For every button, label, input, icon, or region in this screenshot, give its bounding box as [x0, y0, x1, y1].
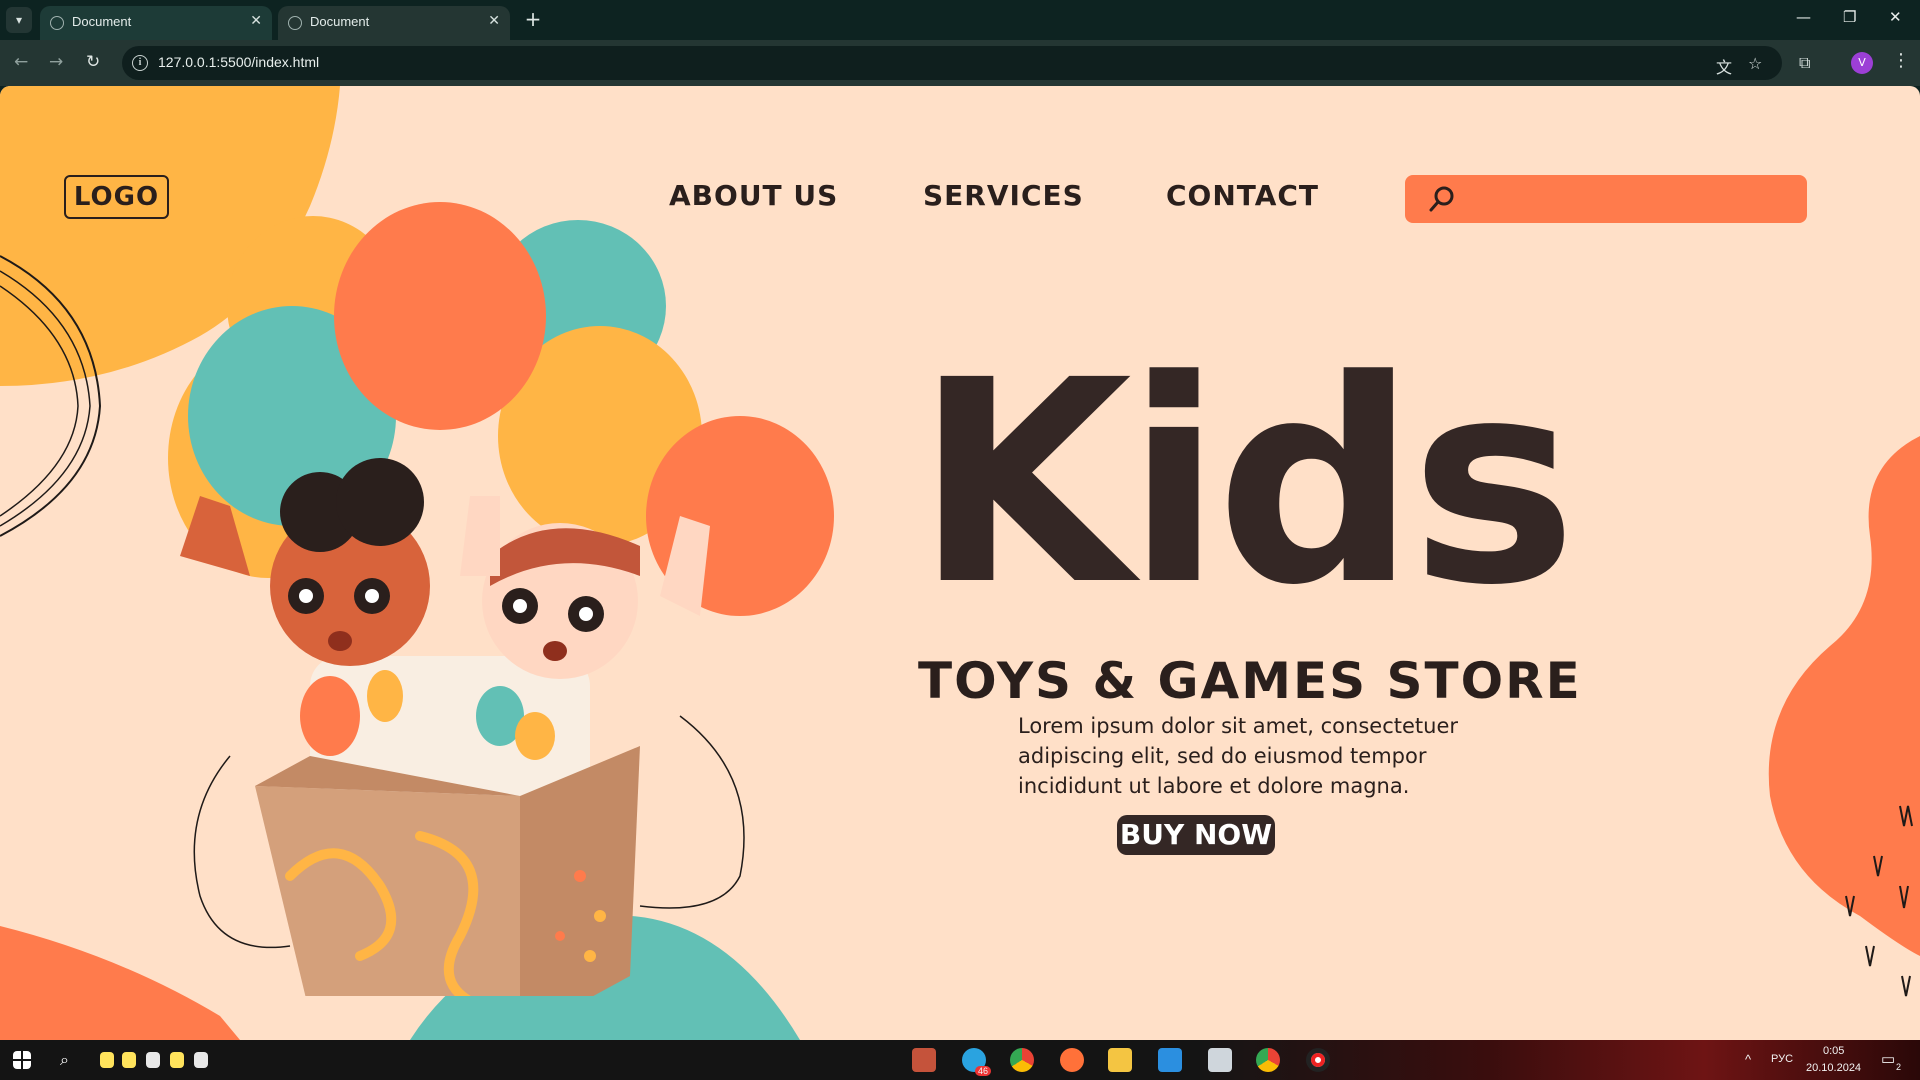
forward-button[interactable]: →: [49, 52, 63, 72]
globe-icon: [288, 16, 302, 30]
site-logo[interactable]: LOGO: [64, 175, 169, 219]
browser-tab-bar: ▾ Document ✕ Document ✕ + — ❐ ✕: [0, 0, 1920, 40]
tray-chevron-icon[interactable]: ^: [1745, 1052, 1751, 1067]
kids-balloon-illustration: [168, 202, 834, 996]
tab-title: Document: [310, 14, 370, 29]
new-tab-button[interactable]: +: [520, 7, 546, 33]
profile-avatar[interactable]: V: [1851, 52, 1873, 74]
clock-time[interactable]: 0:05: [1823, 1045, 1844, 1057]
buy-now-button[interactable]: BUY NOW: [1117, 815, 1275, 855]
globe-icon: [50, 16, 64, 30]
restore-button[interactable]: ❐: [1843, 8, 1856, 26]
telegram-badge: 46: [975, 1066, 992, 1076]
tab-title: Document: [72, 14, 132, 29]
hero-title: Kids: [915, 321, 1577, 647]
browser-toolbar: ← → ↻ i 127.0.0.1:5500/index.html 文 ☆ ⧉ …: [0, 40, 1920, 86]
sticky-note-icon[interactable]: [122, 1052, 136, 1068]
chrome-icon[interactable]: [1010, 1048, 1034, 1072]
nav-contact[interactable]: CONTACT: [1166, 179, 1319, 212]
search-input[interactable]: [1473, 183, 1793, 215]
close-icon[interactable]: ✕: [250, 13, 262, 29]
document-icon[interactable]: [146, 1052, 160, 1068]
firefox-icon[interactable]: [1060, 1048, 1084, 1072]
windows-start-icon[interactable]: [13, 1051, 31, 1069]
notifications-icon[interactable]: ▭: [1881, 1050, 1895, 1068]
url-text[interactable]: 127.0.0.1:5500/index.html: [158, 54, 319, 70]
record-icon[interactable]: [1306, 1048, 1330, 1072]
sticky-note-icon[interactable]: [170, 1052, 184, 1068]
window-close-button[interactable]: ✕: [1889, 8, 1902, 26]
browser-menu-icon[interactable]: ⋮: [1892, 50, 1910, 71]
browser-tab-active[interactable]: Document ✕: [278, 6, 510, 40]
bookmark-star-icon[interactable]: ☆: [1748, 54, 1762, 73]
nav-about-us[interactable]: ABOUT US: [669, 179, 838, 212]
minimize-button[interactable]: —: [1796, 8, 1811, 26]
back-button[interactable]: ←: [14, 52, 28, 72]
sticky-note-icon[interactable]: [100, 1052, 114, 1068]
tab-search-button[interactable]: ▾: [6, 7, 32, 33]
search-icon[interactable]: ⌕: [60, 1050, 80, 1070]
reload-button[interactable]: ↻: [86, 52, 100, 72]
close-icon[interactable]: ✕: [488, 13, 500, 29]
address-bar[interactable]: i 127.0.0.1:5500/index.html 文 ☆: [122, 46, 1782, 80]
hero-subtitle: TOYS & GAMES STORE: [918, 652, 1582, 710]
notification-count: 2: [1896, 1062, 1902, 1072]
office-app-icon[interactable]: [912, 1048, 936, 1072]
windows-taskbar: ⌕ 46 ^ РУС 0:05 20.10.2024 ▭ 2: [0, 1040, 1920, 1080]
search-bar[interactable]: [1405, 175, 1807, 223]
notepad-icon[interactable]: [194, 1052, 208, 1068]
language-indicator[interactable]: РУС: [1771, 1053, 1793, 1065]
file-explorer-icon[interactable]: [1108, 1048, 1132, 1072]
hero-description: Lorem ipsum dolor sit amet, consectetuer…: [1018, 714, 1458, 798]
vscode-icon[interactable]: [1158, 1048, 1182, 1072]
translate-icon[interactable]: 文: [1716, 54, 1732, 78]
search-icon[interactable]: [1427, 184, 1457, 214]
web-page: LOGO ABOUT US SERVICES CONTACT Kids TOYS…: [0, 86, 1920, 1040]
chrome-active-icon[interactable]: [1256, 1048, 1280, 1072]
browser-tab[interactable]: Document ✕: [40, 6, 272, 40]
clock-date[interactable]: 20.10.2024: [1806, 1062, 1861, 1074]
nav-services[interactable]: SERVICES: [923, 179, 1084, 212]
site-info-icon[interactable]: i: [132, 55, 148, 71]
app-window-icon[interactable]: [1208, 1048, 1232, 1072]
extensions-icon[interactable]: ⧉: [1799, 53, 1810, 73]
